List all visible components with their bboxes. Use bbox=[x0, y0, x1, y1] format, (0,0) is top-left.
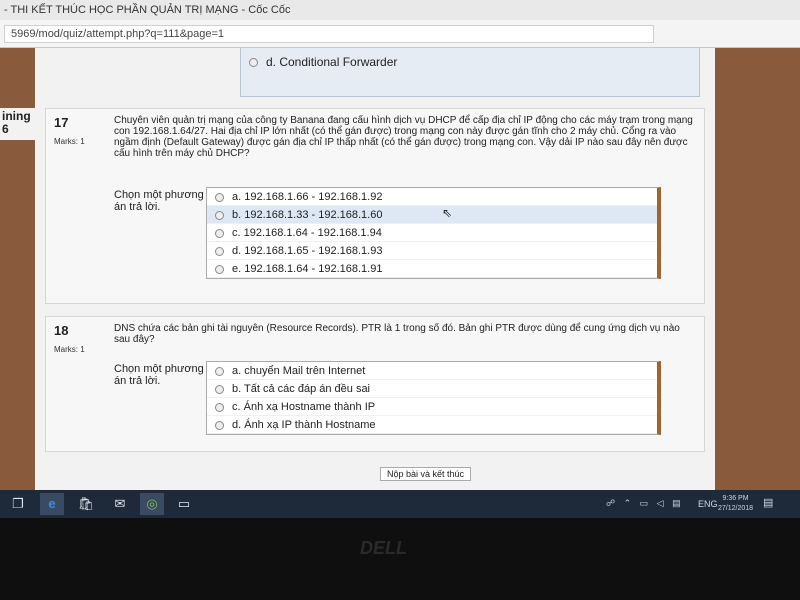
radio-icon[interactable] bbox=[215, 228, 224, 238]
answer-option-a[interactable]: a. 192.168.1.66 - 192.168.1.92 bbox=[207, 188, 657, 206]
notification-icon[interactable]: ▤ bbox=[763, 496, 773, 509]
radio-icon[interactable] bbox=[215, 264, 224, 274]
radio-icon[interactable] bbox=[215, 192, 224, 202]
browser-title: - THI KẾT THÚC HỌC PHẦN QUẢN TRỊ MẠNG - … bbox=[0, 0, 800, 20]
windows-taskbar: ❐ e 🛍 ✉ ◎ ▭ ☍ ⌃ ▭ ◁ ▤ ENG 9:36 PM 27/12/… bbox=[0, 490, 800, 518]
question-number: 18 bbox=[54, 323, 69, 338]
answer-option-d[interactable]: d. 192.168.1.65 - 192.168.1.93 bbox=[207, 242, 657, 260]
tray-icons[interactable]: ☍ ⌃ ▭ ◁ ▤ bbox=[606, 498, 684, 509]
submit-button[interactable]: Nộp bài và kết thúc bbox=[380, 467, 472, 481]
radio-icon[interactable] bbox=[215, 402, 224, 412]
file-explorer-icon[interactable]: ▭ bbox=[172, 493, 196, 515]
quiz-navigation-stub: ining 6 bbox=[0, 108, 35, 140]
brand-logo: DELL bbox=[360, 538, 407, 558]
laptop-bezel: DELL bbox=[0, 518, 800, 600]
radio-icon[interactable] bbox=[249, 58, 258, 68]
answer-list: a. chuyển Mail trên Internet b. Tất cả c… bbox=[206, 361, 661, 435]
clock-time: 9:36 PM bbox=[722, 495, 749, 502]
answer-option-b[interactable]: b. 192.168.1.33 - 192.168.1.60 bbox=[207, 206, 657, 224]
main-content: d. Conditional Forwarder 17 Marks: 1 Chu… bbox=[35, 48, 715, 490]
store-icon[interactable]: 🛍 bbox=[74, 493, 98, 515]
answer-option-c[interactable]: c. Ánh xạ Hostname thành IP bbox=[207, 398, 657, 416]
mail-icon[interactable]: ✉ bbox=[108, 493, 132, 515]
answer-option[interactable]: d. Conditional Forwarder bbox=[249, 55, 397, 69]
clock-date: 27/12/2018 bbox=[718, 505, 754, 512]
quiz-page: ining 6 d. Conditional Forwarder 17 Mark… bbox=[0, 48, 800, 490]
previous-question-answers: d. Conditional Forwarder bbox=[240, 48, 700, 97]
radio-icon[interactable] bbox=[215, 420, 224, 430]
question-number: 17 bbox=[54, 115, 69, 130]
system-tray: ☍ ⌃ ▭ ◁ ▤ ENG 9:36 PM 27/12/2018 ▤ bbox=[600, 490, 800, 518]
answer-prompt: Chọn một phương án trả lời. bbox=[114, 363, 204, 387]
coccoc-browser-icon[interactable]: ◎ bbox=[140, 493, 164, 515]
radio-icon[interactable] bbox=[215, 210, 224, 220]
side-label-2: 6 bbox=[2, 122, 9, 136]
answer-prompt: Chọn một phương án trả lời. bbox=[114, 189, 204, 213]
question-marks: Marks: 1 bbox=[54, 345, 85, 354]
question-18: 18 Marks: 1 DNS chứa các bản ghi tài ngu… bbox=[45, 316, 705, 452]
answer-option-d[interactable]: d. Ánh xạ IP thành Hostname bbox=[207, 416, 657, 434]
answer-list: a. 192.168.1.66 - 192.168.1.92 b. 192.16… bbox=[206, 187, 661, 279]
question-text: Chuyên viên quản trị mạng của công ty Ba… bbox=[114, 115, 693, 159]
edge-browser-icon[interactable]: e bbox=[40, 493, 64, 515]
answer-option-c[interactable]: c. 192.168.1.64 - 192.168.1.94 bbox=[207, 224, 657, 242]
question-text: DNS chứa các bản ghi tài nguyên (Resourc… bbox=[114, 323, 680, 345]
clock[interactable]: 9:36 PM 27/12/2018 bbox=[718, 494, 753, 514]
task-view-icon[interactable]: ❐ bbox=[6, 493, 30, 515]
answer-option-e[interactable]: e. 192.168.1.64 - 192.168.1.91 bbox=[207, 260, 657, 278]
input-language[interactable]: ENG bbox=[698, 499, 718, 509]
question-marks: Marks: 1 bbox=[54, 137, 85, 146]
radio-icon[interactable] bbox=[215, 384, 224, 394]
question-17: 17 Marks: 1 Chuyên viên quản trị mạng củ… bbox=[45, 108, 705, 304]
address-bar[interactable]: 5969/mod/quiz/attempt.php?q=111&page=1 bbox=[0, 20, 800, 48]
answer-option-b[interactable]: b. Tất cả các đáp án đều sai bbox=[207, 380, 657, 398]
answer-option-a[interactable]: a. chuyển Mail trên Internet bbox=[207, 362, 657, 380]
mouse-cursor-icon: ⇖ bbox=[442, 206, 453, 220]
url-field[interactable]: 5969/mod/quiz/attempt.php?q=111&page=1 bbox=[4, 25, 654, 43]
radio-icon[interactable] bbox=[215, 246, 224, 256]
radio-icon[interactable] bbox=[215, 366, 224, 376]
